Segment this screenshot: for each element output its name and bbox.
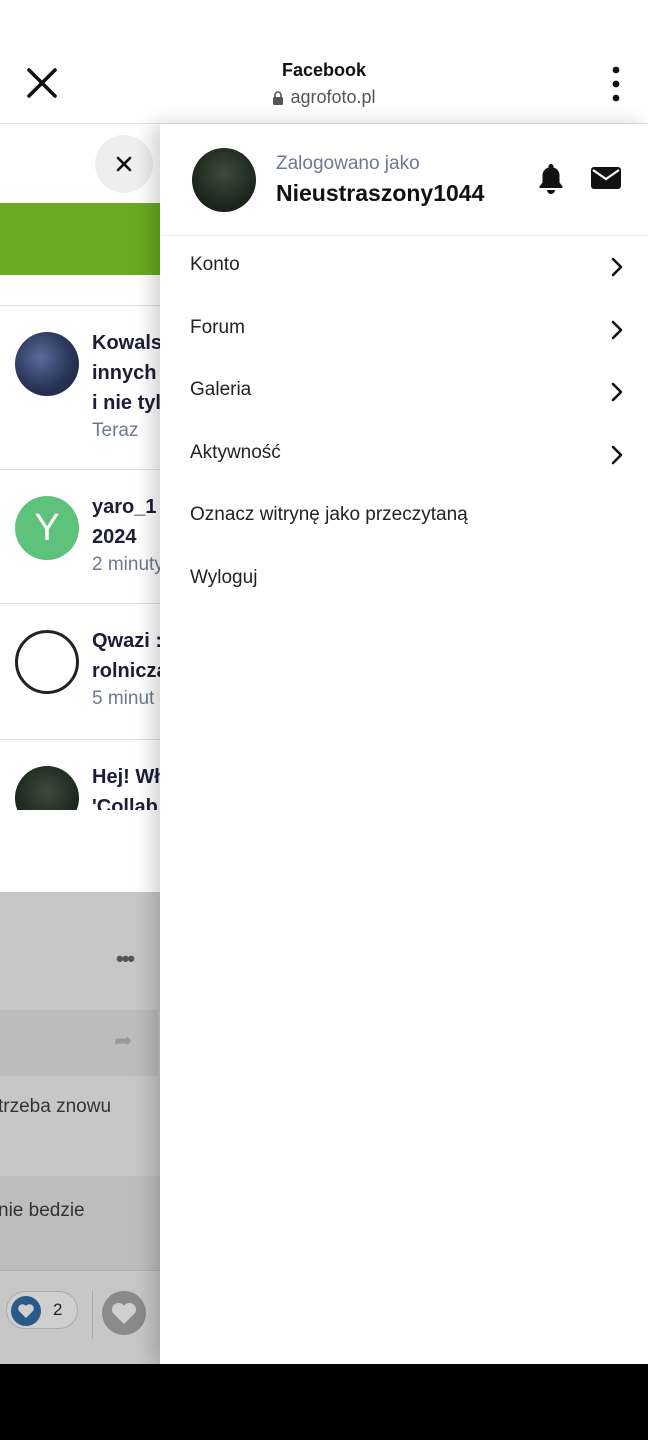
chevron-right-icon [611, 320, 623, 339]
quote-strip [0, 1176, 160, 1270]
more-vert-icon[interactable] [612, 66, 620, 102]
menu-item-label: Galeria [190, 379, 252, 400]
logged-as-label: Zalogowano jako [276, 153, 420, 174]
menu-item-label: Konto [190, 254, 240, 275]
notification-text: Kowals innych i nie tyl [92, 332, 160, 414]
username[interactable]: Nieustraszony1044 [276, 180, 484, 207]
notification-item[interactable]: Hej! Wł 'Collab [0, 740, 160, 810]
notification-item[interactable]: Qwazi : rolnicza 5 minut [0, 604, 160, 740]
background-page: Kowals innych i nie tyl Teraz Y yaro_1 s… [0, 124, 160, 1364]
menu-item-forum[interactable]: Forum [160, 299, 648, 362]
heart-icon [11, 1296, 41, 1326]
browser-titles: Facebook agrofoto.pl [0, 60, 648, 110]
like-heart-icon[interactable] [102, 1291, 146, 1335]
divider [92, 1291, 93, 1339]
reaction-bar: 2 [0, 1270, 160, 1350]
reaction-pill[interactable]: 2 [6, 1291, 78, 1329]
menu-item-galeria[interactable]: Galeria [160, 361, 648, 424]
browser-toolbar: Facebook agrofoto.pl [0, 0, 648, 124]
post-text: trzeba znowu [0, 1096, 112, 1117]
avatar [15, 766, 79, 810]
notification-item[interactable]: Y yaro_1 s 2024 2 minuty [0, 470, 160, 604]
avatar [15, 332, 79, 396]
post-text: nie bedzie [0, 1200, 85, 1221]
lock-icon [273, 90, 284, 105]
bell-icon[interactable] [536, 162, 566, 194]
notification-item[interactable]: Kowals innych i nie tyl Teraz [0, 306, 160, 470]
menu-item-konto[interactable]: Konto [160, 236, 648, 299]
reaction-count: 2 [53, 1300, 63, 1319]
avatar[interactable] [192, 148, 256, 212]
close-icon [116, 156, 132, 172]
search-close-button[interactable] [95, 135, 153, 193]
menu-item-label: Aktywność [190, 441, 281, 463]
site-url: agrofoto.pl [272, 87, 376, 108]
menu-item-logout[interactable]: Wyloguj [160, 549, 648, 612]
chevron-right-icon [611, 382, 623, 402]
menu-item-label: Forum [190, 316, 245, 338]
chevron-right-icon [611, 257, 623, 277]
side-drawer: Zalogowano jako Nieustraszony1044 Konto … [160, 124, 648, 1364]
menu-item-label: Oznacz witrynę jako przeczytaną [190, 504, 468, 525]
notification-time: 2 minuty [92, 554, 160, 575]
notification-text: Qwazi : rolnicza [92, 630, 160, 682]
avatar: Y [15, 496, 79, 560]
drawer-menu: Konto Forum Galeria Aktywność Oznacz wit… [160, 236, 648, 611]
avatar [15, 630, 79, 694]
notification-text: yaro_1 s 2024 [92, 496, 160, 548]
mail-icon[interactable] [590, 164, 622, 192]
green-banner[interactable] [0, 203, 160, 275]
chevron-right-icon [611, 445, 623, 464]
site-url-text: agrofoto.pl [290, 87, 376, 107]
system-nav-bar [0, 1364, 648, 1440]
menu-item-mark-read[interactable]: Oznacz witrynę jako przeczytaną [160, 486, 648, 549]
notification-text: Hej! Wł 'Collab [92, 766, 160, 810]
share-icon: ➦ [114, 1028, 133, 1053]
dimmed-post: ••• ➦ trzeba znowu nie bedzie 2 [0, 892, 160, 1364]
drawer-header: Zalogowano jako Nieustraszony1044 [160, 124, 648, 236]
more-horiz-icon[interactable]: ••• [116, 946, 135, 972]
share-box[interactable]: ➦ [0, 1010, 158, 1076]
notification-time: 5 minut [92, 688, 155, 709]
menu-item-aktywnosc[interactable]: Aktywność [160, 424, 648, 487]
site-title: Facebook [281, 60, 367, 80]
menu-item-label: Wyloguj [190, 566, 258, 588]
notification-time: Teraz [92, 420, 139, 441]
